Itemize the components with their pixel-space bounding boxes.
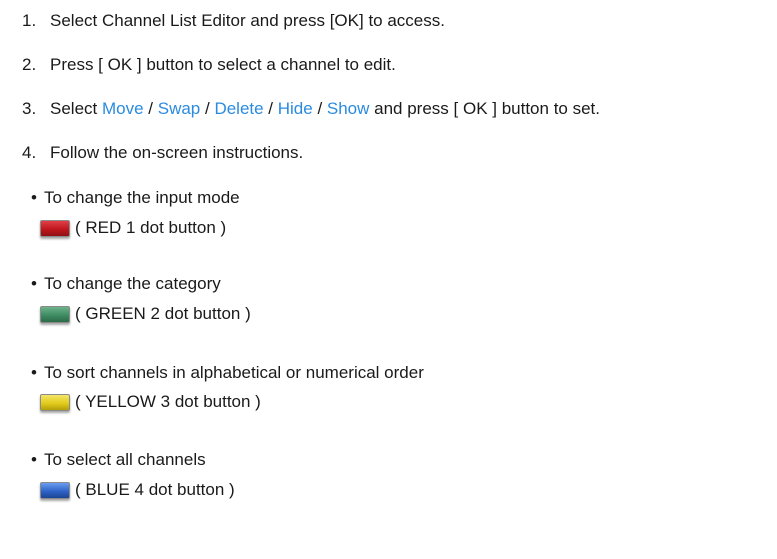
yellow-button-icon xyxy=(40,393,70,411)
blue-button-line: ( BLUE 4 dot button ) xyxy=(40,480,235,500)
step-text-after: and press [ OK ] button to set. xyxy=(369,99,600,118)
step-text: Select Channel List Editor and press [OK… xyxy=(50,11,445,30)
step-3: 3. Select Move / Swap / Delete / Hide / S… xyxy=(22,99,600,119)
move-link[interactable]: Move xyxy=(102,99,144,118)
bullet-text: To select all channels xyxy=(44,450,206,469)
option-separator: / xyxy=(143,99,158,118)
show-link[interactable]: Show xyxy=(327,99,370,118)
green-button-line: ( GREEN 2 dot button ) xyxy=(40,304,251,324)
step-text: Press [ OK ] button to select a channel … xyxy=(50,55,396,74)
red-button-line: ( RED 1 dot button ) xyxy=(40,218,226,238)
instruction-page: 1. Select Channel List Editor and press [… xyxy=(0,0,777,559)
yellow-button-line: ( YELLOW 3 dot button ) xyxy=(40,392,261,412)
bullet-select-all: • To select all channels xyxy=(31,450,206,470)
bullet-dot: • xyxy=(31,450,37,469)
bullet-dot: • xyxy=(31,188,37,207)
step-4: 4. Follow the on-screen instructions. xyxy=(22,143,303,163)
bullet-sort: • To sort channels in alphabetical or num… xyxy=(31,363,424,383)
option-separator: / xyxy=(200,99,215,118)
bullet-dot: • xyxy=(31,363,37,382)
swap-link[interactable]: Swap xyxy=(158,99,201,118)
step-text: Follow the on-screen instructions. xyxy=(50,143,304,162)
step-text-before: Select xyxy=(50,99,102,118)
option-separator: / xyxy=(312,99,327,118)
bullet-text: To change the category xyxy=(44,274,221,293)
step-number: 2. xyxy=(22,55,37,74)
bullet-text: To sort channels in alphabetical or nume… xyxy=(44,363,424,382)
step-number: 1. xyxy=(22,11,37,30)
button-label: ( YELLOW 3 dot button ) xyxy=(75,392,261,411)
green-button-icon xyxy=(40,305,70,323)
delete-link[interactable]: Delete xyxy=(214,99,263,118)
step-1: 1. Select Channel List Editor and press [… xyxy=(22,11,445,31)
bullet-category: • To change the category xyxy=(31,274,221,294)
step-2: 2. Press [ OK ] button to select a channe… xyxy=(22,55,396,75)
step-number: 4. xyxy=(22,143,37,162)
button-label: ( GREEN 2 dot button ) xyxy=(75,304,251,323)
button-label: ( BLUE 4 dot button ) xyxy=(75,480,235,499)
bullet-text: To change the input mode xyxy=(44,188,240,207)
button-label: ( RED 1 dot button ) xyxy=(75,218,227,237)
blue-button-icon xyxy=(40,481,70,499)
step-number: 3. xyxy=(22,99,37,118)
hide-link[interactable]: Hide xyxy=(278,99,313,118)
option-separator: / xyxy=(263,99,278,118)
bullet-dot: • xyxy=(31,274,37,293)
red-button-icon xyxy=(40,219,70,237)
bullet-input-mode: • To change the input mode xyxy=(31,188,240,208)
